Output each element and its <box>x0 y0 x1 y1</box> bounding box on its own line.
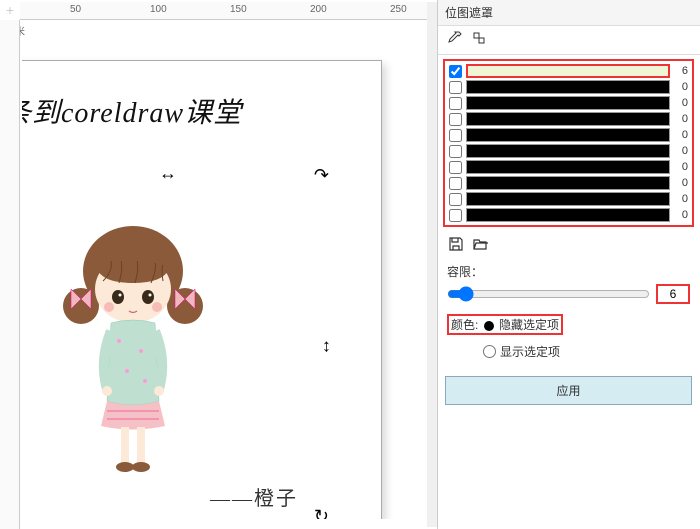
show-selection-radio[interactable] <box>483 345 496 358</box>
mask-color-checkbox[interactable] <box>449 81 462 94</box>
mask-color-value: 0 <box>674 209 688 221</box>
apply-button[interactable]: 应用 <box>445 376 692 405</box>
mask-color-swatch[interactable] <box>466 128 670 142</box>
mask-color-value: 0 <box>674 193 688 205</box>
page-title: 条到coreldraw课堂 <box>22 91 361 131</box>
ruler-tick-label: 50 <box>70 4 81 15</box>
mask-color-swatch[interactable] <box>466 192 670 206</box>
tolerance-input[interactable] <box>656 284 690 304</box>
mask-color-row[interactable]: 0 <box>447 191 690 207</box>
skew-handle-top-icon[interactable]: ↔ <box>159 163 177 184</box>
mask-color-row[interactable]: 0 <box>447 111 690 127</box>
mask-color-checkbox[interactable] <box>449 97 462 110</box>
canvas-area: + 50 100 150 200 250 毫米 条到coreldraw课堂 ↶ … <box>0 0 437 529</box>
color-dot-icon <box>484 321 494 331</box>
ruler-tick-label: 100 <box>150 4 167 15</box>
mask-color-checkbox[interactable] <box>449 113 462 126</box>
mask-color-swatch[interactable] <box>466 208 670 222</box>
mask-color-list: 6 0 0 0 0 0 0 0 0 0 <box>443 59 694 227</box>
rotate-handle-br-icon[interactable]: ↻ <box>314 506 329 519</box>
mask-color-value: 0 <box>674 129 688 141</box>
edit-color-icon[interactable] <box>471 30 489 48</box>
signature-text: ——橙子 <box>210 482 298 511</box>
bitmap-mask-panel: 位图遮罩 6 0 0 0 0 0 0 0 0 0 容限： <box>437 0 700 529</box>
mask-color-swatch[interactable] <box>466 112 670 126</box>
skew-handle-right-icon[interactable]: ↕ <box>322 336 331 357</box>
mask-color-row[interactable]: 0 <box>447 127 690 143</box>
mask-color-checkbox[interactable] <box>449 161 462 174</box>
show-selection-label: 显示选定项 <box>500 343 560 360</box>
mask-color-value: 6 <box>674 65 688 77</box>
mask-color-swatch[interactable] <box>466 144 670 158</box>
ruler-tick-label: 250 <box>390 4 407 15</box>
skew-handle-bottom-icon[interactable]: ↔ <box>159 508 177 519</box>
canvas-viewport[interactable]: 条到coreldraw课堂 ↶ ↷ ↺ ↻ ↔ ↔ ↕ ↕ <box>22 40 427 519</box>
mask-color-row[interactable]: 0 <box>447 175 690 191</box>
panel-title: 位图遮罩 <box>445 6 493 20</box>
mask-color-row[interactable]: 6 <box>447 63 690 79</box>
open-mask-icon[interactable] <box>471 235 489 253</box>
mask-color-value: 0 <box>674 161 688 173</box>
mask-color-swatch[interactable] <box>466 160 670 174</box>
ruler-horizontal[interactable]: 50 100 150 200 250 <box>20 2 437 20</box>
selection-box[interactable]: ↶ ↷ ↺ ↻ ↔ ↔ ↕ ↕ <box>22 171 323 519</box>
mask-color-row[interactable]: 0 <box>447 95 690 111</box>
panel-header: 位图遮罩 <box>437 0 700 26</box>
scrollbar-vertical[interactable] <box>427 2 437 527</box>
mask-color-checkbox[interactable] <box>449 209 462 222</box>
save-mask-icon[interactable] <box>447 235 465 253</box>
ruler-tick-label: 150 <box>230 4 247 15</box>
bitmap-image[interactable] <box>63 211 203 481</box>
mask-color-value: 0 <box>674 97 688 109</box>
mask-color-row[interactable]: 0 <box>447 207 690 223</box>
panel-divider[interactable] <box>437 0 438 529</box>
mask-color-swatch[interactable] <box>466 64 670 78</box>
document-page: 条到coreldraw课堂 ↶ ↷ ↺ ↻ ↔ ↔ ↕ ↕ <box>22 60 382 519</box>
mask-color-value: 0 <box>674 177 688 189</box>
rotate-handle-tr-icon[interactable]: ↷ <box>314 165 329 186</box>
mask-color-swatch[interactable] <box>466 176 670 190</box>
mask-color-checkbox[interactable] <box>449 145 462 158</box>
mask-color-checkbox[interactable] <box>449 193 462 206</box>
mask-color-value: 0 <box>674 113 688 125</box>
mask-color-row[interactable]: 0 <box>447 79 690 95</box>
mask-color-value: 0 <box>674 81 688 93</box>
mask-color-swatch[interactable] <box>466 80 670 94</box>
ruler-origin-icon[interactable]: + <box>2 2 18 18</box>
tolerance-label: 容限： <box>447 263 690 280</box>
mask-color-checkbox[interactable] <box>449 65 462 78</box>
ruler-tick-label: 200 <box>310 4 327 15</box>
mask-color-value: 0 <box>674 145 688 157</box>
mask-color-checkbox[interactable] <box>449 177 462 190</box>
eyedropper-tool-icon[interactable] <box>445 30 463 48</box>
mask-color-swatch[interactable] <box>466 96 670 110</box>
tolerance-slider[interactable] <box>447 286 650 302</box>
mask-color-row[interactable]: 0 <box>447 159 690 175</box>
mask-color-row[interactable]: 0 <box>447 143 690 159</box>
ruler-vertical[interactable] <box>0 20 20 529</box>
color-options-label: 颜色: 隐藏选定项 <box>447 314 563 335</box>
mask-color-checkbox[interactable] <box>449 129 462 142</box>
